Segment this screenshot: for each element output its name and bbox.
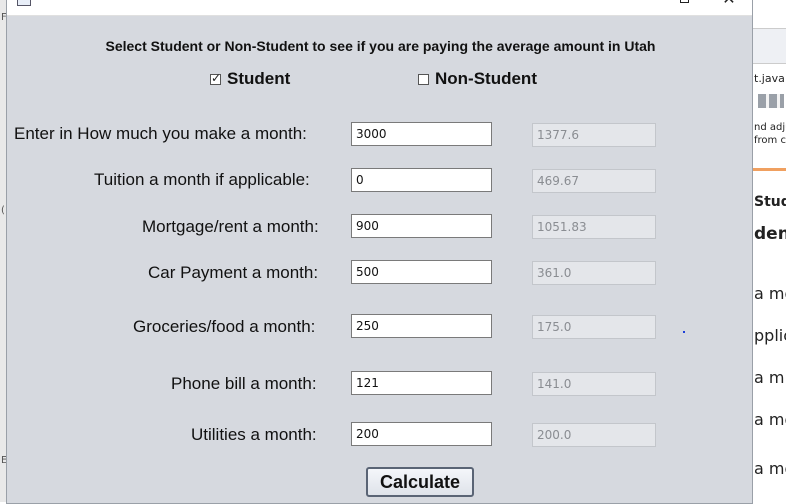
utilities-label: Utilities a month: xyxy=(191,425,317,444)
tuition-label: Tuition a month if applicable: xyxy=(94,170,310,189)
income-label: Enter in How much you make a month: xyxy=(14,124,307,143)
budget-dialog: ✕ Select Student or Non-Student to see i… xyxy=(6,0,753,504)
bg-text: Stud xyxy=(754,194,786,210)
bg-text: nd adju xyxy=(754,122,786,133)
phone-bill-average-field: 141.0 xyxy=(532,372,656,396)
income-input[interactable]: 3000 xyxy=(351,122,492,146)
bg-text: a mo xyxy=(754,459,786,478)
non-student-checkbox[interactable]: Non-Student xyxy=(418,69,537,89)
car-payment-label: Car Payment a month: xyxy=(148,263,319,282)
phone-bill-input[interactable]: 121 xyxy=(351,371,492,395)
groceries-average-field: 175.0 xyxy=(532,315,656,339)
java-app-icon xyxy=(17,0,31,6)
mortgage-average-field: 1051.83 xyxy=(532,215,656,239)
student-checkbox-box[interactable] xyxy=(210,71,221,85)
car-payment-average-field: 361.0 xyxy=(532,261,656,285)
mortgage-label: Mortgage/rent a month: xyxy=(142,217,319,236)
tuition-average-field: 469.67 xyxy=(532,169,656,193)
maximize-icon xyxy=(680,0,689,3)
phone-bill-label: Phone bill a month: xyxy=(171,374,317,393)
maximize-button[interactable] xyxy=(675,0,697,11)
calculate-button[interactable]: Calculate xyxy=(366,467,474,497)
bg-text: a mo xyxy=(754,284,786,303)
groceries-label: Groceries/food a month: xyxy=(133,317,316,336)
instruction-heading: Select Student or Non-Student to see if … xyxy=(105,38,656,54)
bg-text: den xyxy=(754,224,786,244)
bg-letter: ( xyxy=(1,205,5,216)
background-right-panel: t.java nd adju from co Stud den a mo ppl… xyxy=(752,0,786,502)
bg-text: a mo xyxy=(754,410,786,429)
student-checkbox-label: Student xyxy=(227,69,291,88)
non-student-checkbox-box[interactable] xyxy=(418,73,429,85)
car-payment-input[interactable]: 500 xyxy=(351,260,492,284)
title-bar: ✕ xyxy=(7,0,752,16)
tuition-input[interactable]: 0 xyxy=(351,168,492,192)
student-checkbox[interactable]: Student xyxy=(210,69,290,89)
non-student-checkbox-label: Non-Student xyxy=(435,69,537,88)
close-button[interactable]: ✕ xyxy=(717,0,741,8)
utilities-input[interactable]: 200 xyxy=(351,422,492,446)
groceries-input[interactable]: 250 xyxy=(351,314,492,338)
utilities-average-field: 200.0 xyxy=(532,423,656,447)
income-average-field: 1377.6 xyxy=(532,123,656,147)
bg-tab-label: t.java xyxy=(754,72,785,85)
mortgage-input[interactable]: 900 xyxy=(351,214,492,238)
bg-text: pplic xyxy=(754,326,786,345)
stray-dot xyxy=(683,331,685,333)
bg-text: from co xyxy=(754,135,786,146)
bg-text: a m xyxy=(754,368,785,387)
